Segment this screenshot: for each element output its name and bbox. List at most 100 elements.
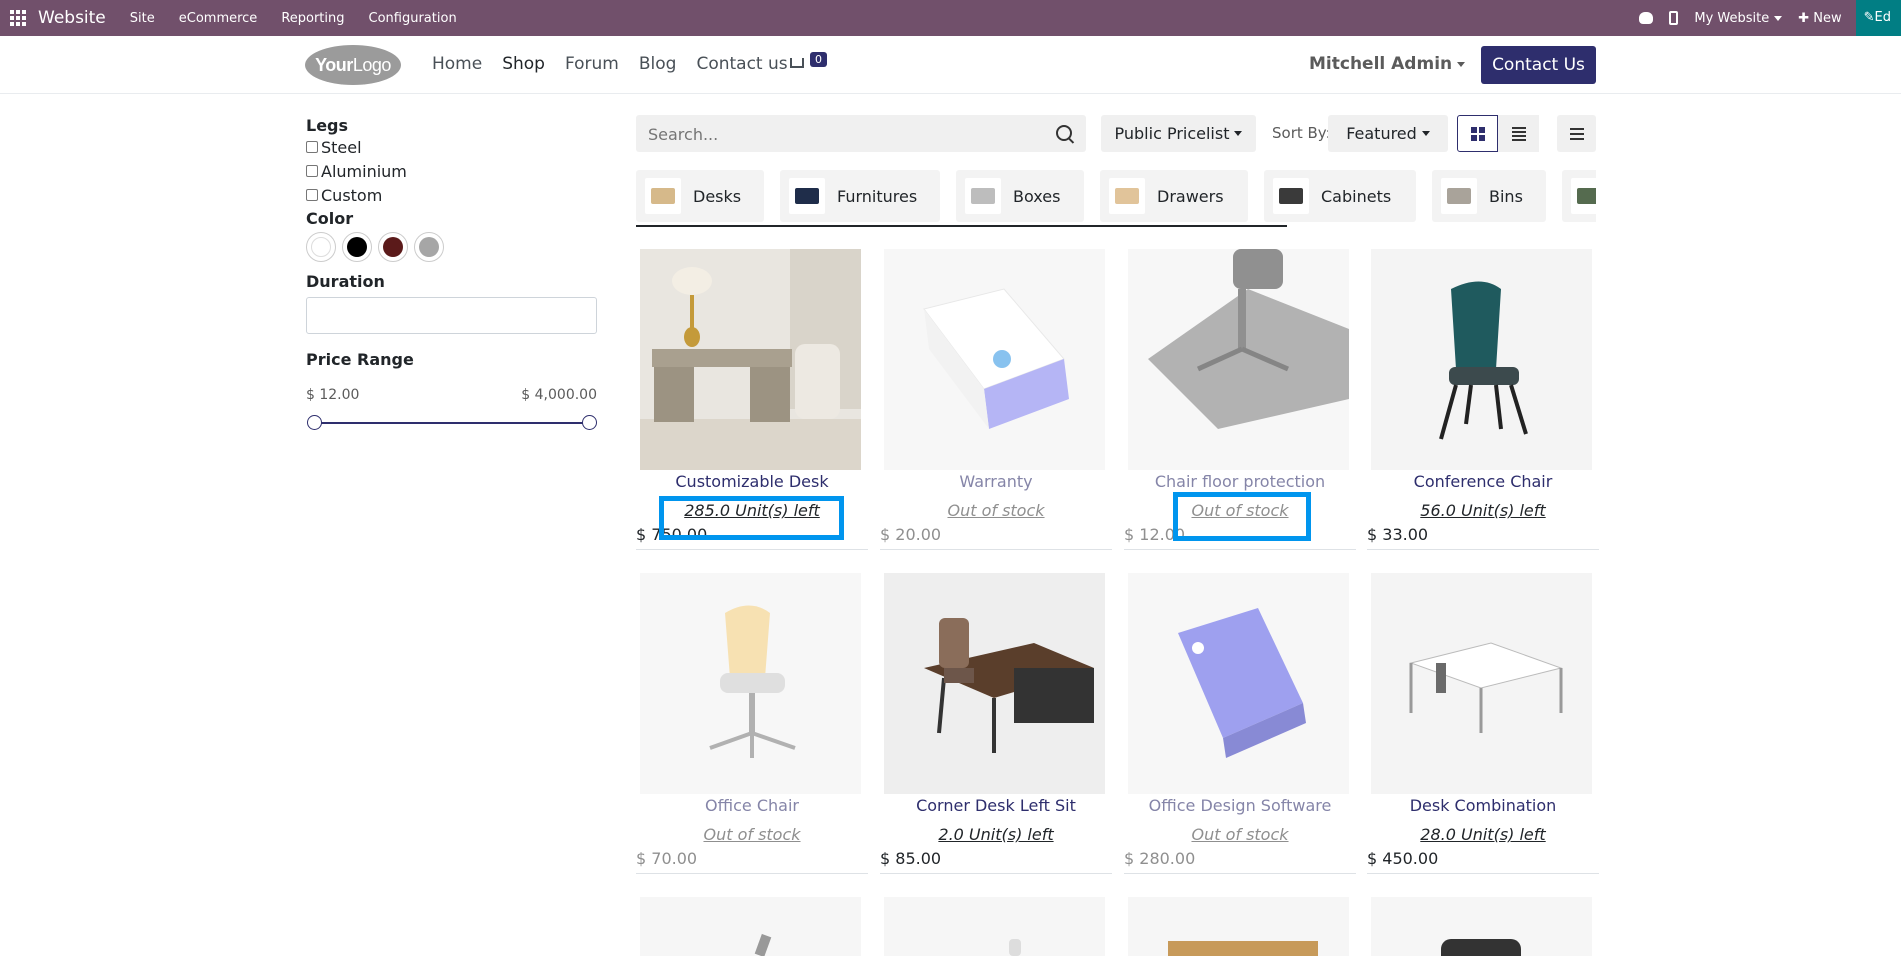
product-image[interactable]: [1371, 249, 1592, 470]
admin-brand[interactable]: Website: [38, 8, 106, 28]
sort-label: Sort By:: [1272, 124, 1331, 142]
site-header: Your Logo Home Shop Forum Blog Contact us…: [0, 36, 1901, 94]
card-divider: [636, 549, 868, 550]
category-cabinets[interactable]: Cabinets: [1264, 170, 1416, 222]
slider-max-handle[interactable]: [582, 415, 597, 430]
edit-button[interactable]: ✎Ed: [1855, 0, 1901, 36]
menu-ecommerce[interactable]: eCommerce: [179, 11, 258, 26]
card-divider: [880, 873, 1112, 874]
floor-mat-image: [1128, 249, 1349, 470]
product-name[interactable]: Customizable Desk: [636, 472, 868, 491]
product-name[interactable]: Conference Chair: [1367, 472, 1599, 491]
checkbox[interactable]: [306, 165, 318, 177]
category-thumbnail: [1109, 178, 1145, 214]
legs-option-aluminium[interactable]: Aluminium: [306, 159, 597, 183]
category-desks[interactable]: Desks: [636, 170, 764, 222]
duration-input[interactable]: [306, 297, 597, 334]
color-swatches: [306, 232, 597, 262]
menu-site[interactable]: Site: [130, 11, 155, 26]
warranty-box-image: [884, 249, 1105, 470]
product-name[interactable]: Office Chair: [636, 796, 868, 815]
drawer-shape: [1168, 941, 1318, 956]
category-bins[interactable]: Bins: [1432, 170, 1546, 222]
desk-image: [640, 249, 861, 470]
product-name[interactable]: Desk Combination: [1367, 796, 1599, 815]
new-button[interactable]: ✚ New: [1798, 11, 1841, 26]
search-icon[interactable]: [1056, 125, 1072, 141]
product-image[interactable]: [640, 249, 861, 470]
list-view-button[interactable]: [1498, 115, 1539, 152]
list-icon: [1511, 125, 1526, 143]
mobile-preview-icon[interactable]: [1669, 11, 1679, 25]
slider-min-handle[interactable]: [307, 415, 322, 430]
product-image[interactable]: [1371, 573, 1592, 794]
card-divider: [880, 549, 1112, 550]
product-image[interactable]: [884, 573, 1105, 794]
product-image[interactable]: [1371, 897, 1592, 956]
color-swatch-grey[interactable]: [414, 232, 444, 262]
conference-chair-image: [1371, 249, 1592, 470]
product-price: $ 70.00: [636, 849, 698, 868]
nav-blog[interactable]: Blog: [639, 54, 677, 74]
color-title: Color: [306, 209, 354, 228]
highlight-box: [1173, 492, 1311, 541]
color-swatch-maroon[interactable]: [378, 232, 408, 262]
grid-icon: [1470, 126, 1485, 141]
product-price: $ 85.00: [880, 849, 942, 868]
menu-configuration[interactable]: Configuration: [369, 11, 457, 26]
nav-shop[interactable]: Shop: [502, 54, 545, 74]
product-name[interactable]: Chair floor protection: [1124, 472, 1356, 491]
product-name[interactable]: Office Design Software: [1124, 796, 1356, 815]
stock-status: 56.0 Unit(s) left: [1420, 501, 1546, 520]
apps-menu-icon[interactable]: [10, 10, 26, 26]
category-strip: Desks Furnitures Boxes Drawers Cabinets …: [636, 170, 1596, 227]
category-drawers[interactable]: Drawers: [1100, 170, 1248, 222]
product-image[interactable]: [1128, 573, 1349, 794]
category-thumbnail: [1571, 178, 1596, 214]
stock-status: Out of stock: [947, 501, 1045, 520]
pricelist-dropdown[interactable]: Public Pricelist: [1101, 115, 1256, 152]
product-name[interactable]: Warranty: [880, 472, 1112, 491]
stock-status: 28.0 Unit(s) left: [1420, 825, 1546, 844]
price-range-slider[interactable]: [306, 413, 597, 433]
search-input[interactable]: [636, 115, 1050, 154]
website-switcher[interactable]: My Website: [1694, 11, 1783, 26]
product-name[interactable]: Corner Desk Left Sit: [880, 796, 1112, 815]
admin-bar: Website Site eCommerce Reporting Configu…: [0, 0, 1901, 36]
debug-bug-icon[interactable]: [1639, 12, 1654, 24]
color-swatch-black[interactable]: [342, 232, 372, 262]
nav-home[interactable]: Home: [432, 54, 482, 74]
checkbox[interactable]: [306, 189, 318, 201]
sort-dropdown[interactable]: Featured: [1328, 115, 1448, 152]
product-image[interactable]: [884, 249, 1105, 470]
search-box: [636, 115, 1086, 154]
nav-forum[interactable]: Forum: [565, 54, 619, 74]
pencil-icon: ✎: [1863, 10, 1875, 25]
user-menu[interactable]: Mitchell Admin: [1309, 54, 1466, 74]
grid-view-button[interactable]: [1457, 115, 1498, 152]
filter-options-button[interactable]: [1557, 115, 1596, 152]
lamp-shape: [754, 933, 772, 956]
color-swatch-white[interactable]: [306, 232, 336, 262]
category-boxes[interactable]: Boxes: [956, 170, 1084, 222]
cart-icon: [790, 58, 804, 68]
product-price: $ 33.00: [1367, 525, 1429, 544]
product-image[interactable]: [640, 897, 861, 956]
nav-contact-us[interactable]: Contact us: [696, 54, 787, 74]
chevron-down-icon: [1774, 15, 1783, 21]
product-image[interactable]: [1128, 897, 1349, 956]
filter-sidebar: Legs Steel Aluminium Custom Color Durati…: [306, 116, 597, 433]
menu-reporting[interactable]: Reporting: [281, 11, 344, 26]
item-shape: [1009, 939, 1021, 956]
contact-us-button[interactable]: Contact Us: [1481, 46, 1596, 84]
site-logo[interactable]: Your Logo: [305, 45, 401, 85]
legs-option-custom[interactable]: Custom: [306, 183, 597, 207]
cart-button[interactable]: 0: [790, 52, 827, 76]
category-furnitures[interactable]: Furnitures: [780, 170, 940, 222]
product-image[interactable]: [884, 897, 1105, 956]
category-more[interactable]: [1562, 170, 1596, 222]
legs-option-steel[interactable]: Steel: [306, 135, 597, 159]
product-image[interactable]: [640, 573, 861, 794]
checkbox[interactable]: [306, 141, 318, 153]
product-image[interactable]: [1128, 249, 1349, 470]
